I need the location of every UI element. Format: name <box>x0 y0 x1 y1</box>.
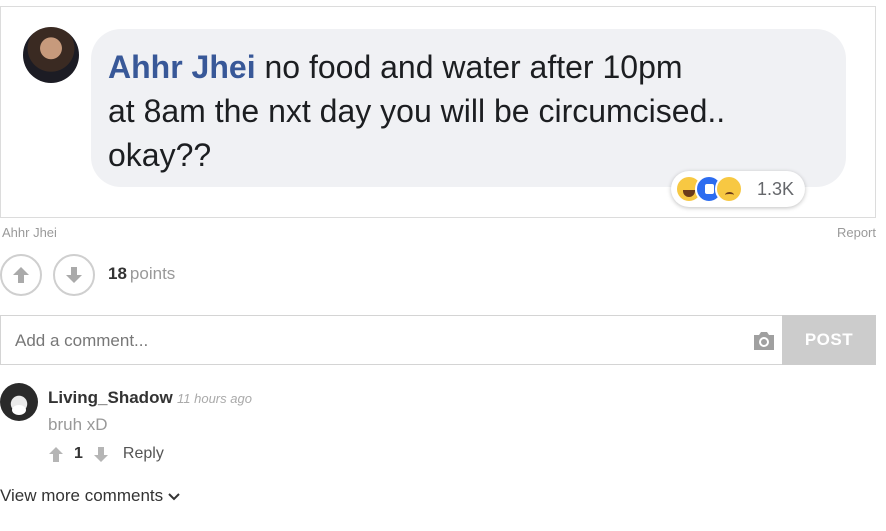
comment-upvote-icon[interactable] <box>48 446 64 463</box>
reply-link[interactable]: Reply <box>123 445 164 463</box>
comment-input[interactable] <box>15 330 735 352</box>
fb-message-line-1: Ahhr Jhei no food and water after 10pm <box>108 49 683 85</box>
fb-reactions: 1.3K <box>671 171 805 207</box>
report-link[interactable]: Report <box>837 225 876 240</box>
points-counter: 18 points <box>108 264 175 284</box>
arrow-up-icon <box>13 267 29 283</box>
post-source-author: Ahhr Jhei <box>2 225 57 240</box>
fb-reaction-count: 1.3K <box>757 178 795 199</box>
post-image: Ahhr Jhei no food and water after 10pm a… <box>0 6 876 218</box>
fb-comment-bubble: Ahhr Jhei no food and water after 10pm a… <box>91 29 846 187</box>
view-more-label: View more comments <box>0 486 164 505</box>
points-value: 18 <box>108 264 127 283</box>
sad-reaction-icon <box>715 175 743 203</box>
fb-message-line-2: at 8am the nxt day you will be circumcis… <box>108 93 726 129</box>
comment-timestamp: 11 hours ago <box>177 391 252 406</box>
commenter-avatar[interactable] <box>0 383 38 421</box>
fb-author-name: Ahhr Jhei <box>108 49 256 85</box>
post-comment-button[interactable]: POST <box>782 315 876 365</box>
points-label: points <box>129 264 176 283</box>
upvote-button[interactable] <box>0 254 42 296</box>
downvote-button[interactable] <box>53 254 95 296</box>
comment-actions: 1 Reply <box>48 444 164 464</box>
comment-vote-count: 1 <box>74 445 83 462</box>
comment-downvote-icon[interactable] <box>93 446 109 463</box>
comment-username[interactable]: Living_Shadow <box>48 388 173 408</box>
view-more-comments-link[interactable]: View more comments <box>0 486 181 506</box>
fb-avatar <box>23 27 79 83</box>
chevron-down-icon <box>168 492 180 500</box>
comment-text: bruh xD <box>48 415 108 434</box>
arrow-down-icon <box>66 267 82 283</box>
camera-icon[interactable] <box>752 330 776 352</box>
comment-form <box>0 315 782 365</box>
